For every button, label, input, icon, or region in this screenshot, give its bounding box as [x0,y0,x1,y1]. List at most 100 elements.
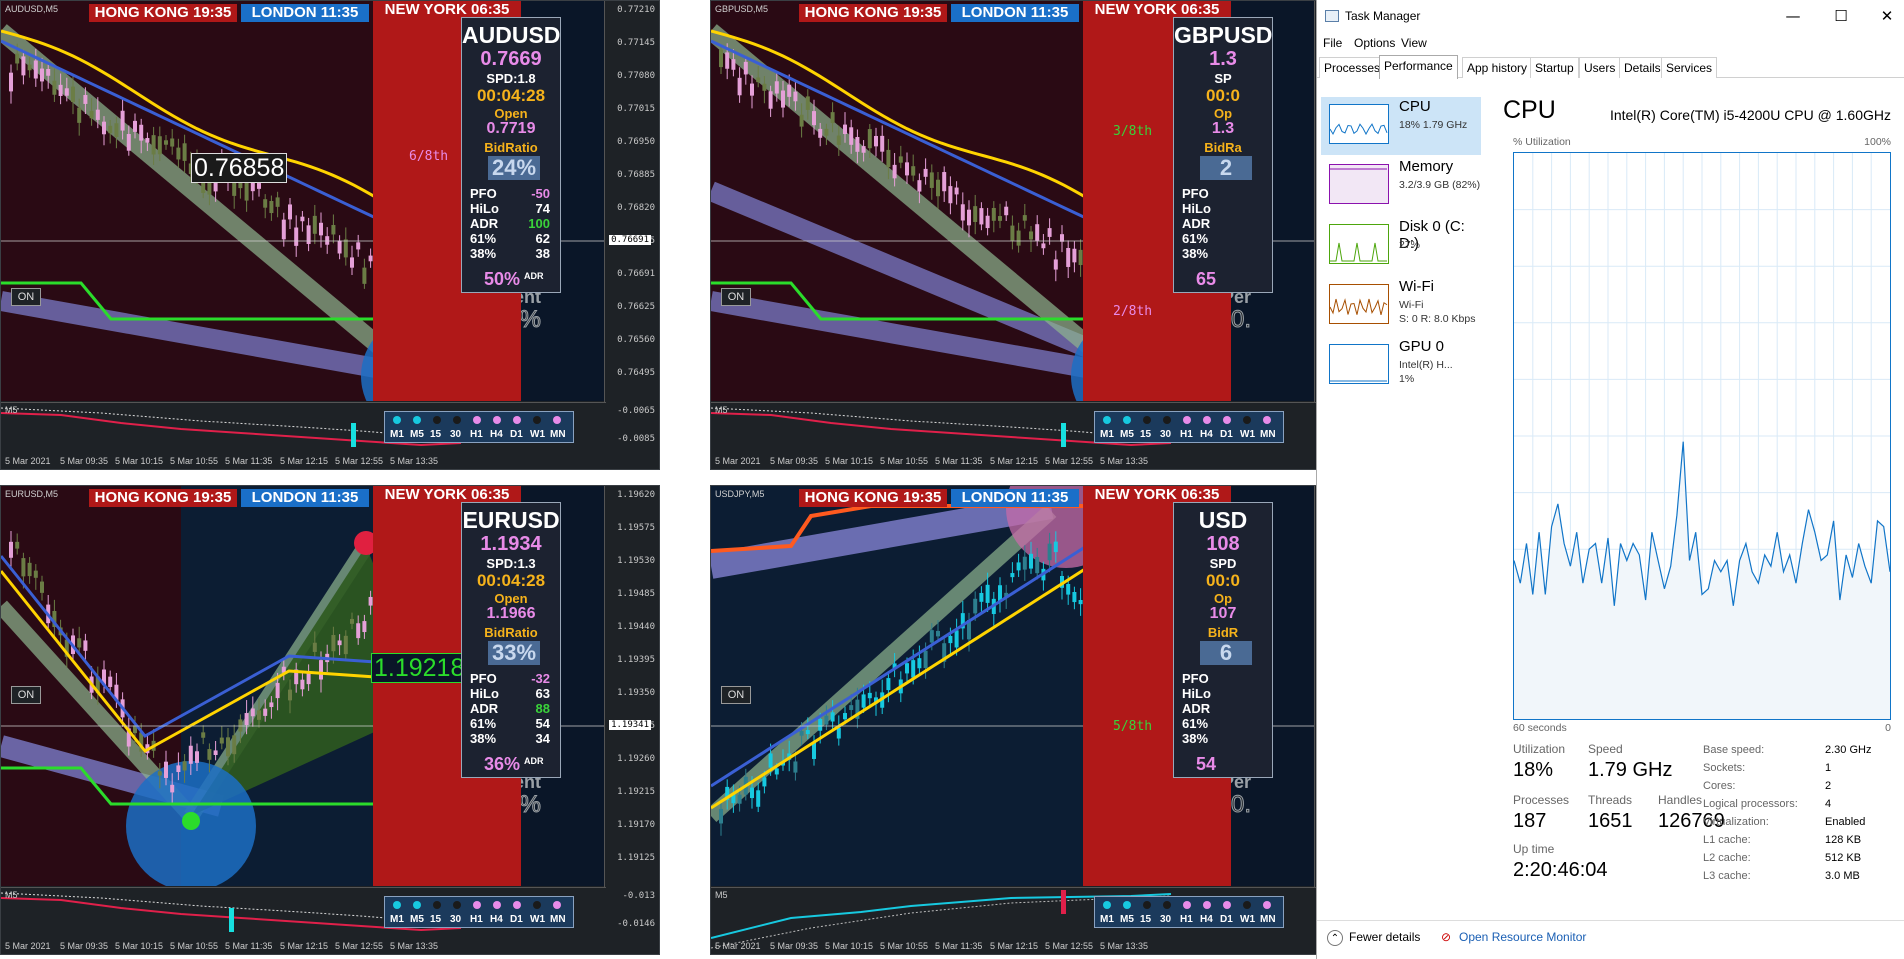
info-stat-key: HiLo [1182,201,1211,216]
title-bar[interactable]: Task Manager — ☐ ✕ [1317,0,1904,34]
timeframe-d1[interactable]: D1 [510,914,523,925]
on-toggle-button[interactable]: ON [11,288,41,306]
info-open-price: 1.1966 [486,605,536,622]
info-stat-value: -50 [531,186,550,201]
sidebar-thumbnail-graph [1329,104,1389,144]
chart-window-usd[interactable]: USDJPY,M5 HONG KONG 19:35 LONDON 11:35 NEW … [710,485,1370,955]
time-axis-label: 5 Mar 12:55 [1045,941,1094,951]
timeframe-mn[interactable]: MN [550,914,566,925]
timeframe-15[interactable]: 15 [1140,429,1151,440]
stat-label: Speed [1588,742,1623,756]
timeframe-h4[interactable]: H4 [1200,914,1213,925]
info-stat-value: 62 [535,231,550,246]
sidebar-item-sub: 3.2/3.9 GB (82%) [1399,179,1481,191]
timeframe-m1[interactable]: M1 [390,429,404,440]
spec-row: L2 cache: 512 KB [1703,852,1873,867]
info-adr-suffix: ADR [524,756,544,766]
timeframe-m5[interactable]: M5 [1120,914,1134,925]
timeframe-m5[interactable]: M5 [1120,429,1134,440]
timeframe-w1[interactable]: W1 [530,429,545,440]
timeframe-h4[interactable]: H4 [1200,429,1213,440]
fewer-details-link[interactable]: Fewer details [1349,930,1420,944]
chart-window-gbpusd[interactable]: GBPUSD,M5 HONG KONG 19:35 LONDON 11:35 NEW … [710,0,1370,470]
time-axis-label: 5 Mar 09:35 [770,941,819,951]
minimize-button[interactable]: — [1781,5,1805,27]
chart-window-eurusd[interactable]: EURUSD,M5 HONG KONG 19:35 LONDON 11:35 NEW … [0,485,660,955]
tab-processes[interactable]: Processes [1319,57,1386,78]
timeframe-mn[interactable]: MN [1260,914,1276,925]
info-stat-row: ADR [1182,701,1266,717]
timeframe-m1[interactable]: M1 [1100,914,1114,925]
utilization-axis-label: % Utilization [1513,136,1571,148]
timeframe-15[interactable]: 15 [430,429,441,440]
timeframe-h4[interactable]: H4 [490,914,503,925]
timeframe-m1[interactable]: M1 [1100,429,1114,440]
timeframe-30[interactable]: 30 [1160,429,1171,440]
timeframe-mn[interactable]: MN [1260,429,1276,440]
timeframe-w1[interactable]: W1 [1240,429,1255,440]
timeframe-d1[interactable]: D1 [1220,914,1233,925]
sidebar-item-cpu[interactable]: CPU 18% 1.79 GHz [1321,97,1481,155]
info-adr-percent: 54 [1196,754,1217,774]
info-stat-key: 38% [470,731,497,746]
timeframe-w1[interactable]: W1 [1240,914,1255,925]
tab-services[interactable]: Services [1661,57,1718,78]
time-span-label: 60 seconds [1513,722,1567,734]
info-stat-value: 88 [535,701,550,716]
task-manager-window[interactable]: Task Manager — ☐ ✕ File Options View Processes P… [1316,0,1904,959]
menu-options[interactable]: Options [1354,36,1395,50]
sidebar-item-sub2: 1% [1399,373,1415,385]
timeframe-h1[interactable]: H1 [470,914,483,925]
timeframe-m5[interactable]: M5 [410,429,424,440]
timeframe-h1[interactable]: H1 [470,429,483,440]
timeframe-30[interactable]: 30 [450,429,461,440]
spec-label: L3 cache: [1703,870,1751,882]
sidebar-item-sub: 27% [1399,239,1421,251]
sidebar-item-wi-fi[interactable]: Wi-Fi Wi-Fi S: 0 R: 8.0 Kbps [1321,277,1481,335]
timeframe-d1[interactable]: D1 [1220,429,1233,440]
info-adr-suffix: ADR [524,271,544,281]
chevron-up-icon[interactable]: ⌃ [1327,930,1343,946]
price-axis-label: 0.76625 [617,302,655,312]
stat-threads: Threads 1651 [1588,793,1633,833]
menu-file[interactable]: File [1323,36,1342,50]
close-button[interactable]: ✕ [1875,5,1899,27]
fraction-level-label: 5/8th [1113,719,1153,734]
timeframe-h1[interactable]: H1 [1180,429,1193,440]
time-axis-label: 5 Mar 09:35 [770,456,819,466]
timeframe-30[interactable]: 30 [450,914,461,925]
time-axis-label: 5 Mar 10:15 [115,456,164,466]
tab-details[interactable]: Details [1619,57,1666,78]
timeframe-h4[interactable]: H4 [490,429,503,440]
tab-performance[interactable]: Performance [1379,55,1458,79]
chart-window-audusd[interactable]: AUDUSD,M5 HONG KONG 19:35 LONDON 11:35 NEW … [0,0,660,470]
sidebar-item-disk[interactable]: Disk 0 (C: D:) 27% [1321,217,1481,275]
tab-users[interactable]: Users [1579,57,1621,78]
sidebar-item-gpu[interactable]: GPU 0 Intel(R) H... 1% [1321,337,1481,395]
on-toggle-button[interactable]: ON [721,686,751,704]
info-spread: SPD:1.8 [486,71,536,86]
tab-startup[interactable]: Startup [1530,57,1579,78]
timeframe-15[interactable]: 15 [430,914,441,925]
info-spread: SP [1214,71,1232,86]
timeframe-d1[interactable]: D1 [510,429,523,440]
timeframe-h1[interactable]: H1 [1180,914,1193,925]
timeframe-15[interactable]: 15 [1140,914,1151,925]
tab-app-history[interactable]: App history [1462,57,1533,78]
timeframe-m1[interactable]: M1 [390,914,404,925]
price-axis-label: 0.76950 [617,137,655,147]
timeframe-w1[interactable]: W1 [530,914,545,925]
on-toggle-button[interactable]: ON [11,686,41,704]
open-resource-monitor-link[interactable]: Open Resource Monitor [1459,930,1586,944]
time-axis-label: 5 Mar 13:35 [390,456,439,466]
timeframe-30[interactable]: 30 [1160,914,1171,925]
timeframe-m5[interactable]: M5 [410,914,424,925]
spec-row: Sockets: 1 [1703,762,1873,777]
spec-value: Enabled [1825,816,1866,828]
on-toggle-button[interactable]: ON [721,288,751,306]
maximize-button[interactable]: ☐ [1829,5,1853,27]
timeframe-dot [1263,416,1271,424]
timeframe-mn[interactable]: MN [550,429,566,440]
sidebar-item-memory[interactable]: Memory 3.2/3.9 GB (82%) [1321,157,1481,215]
menu-view[interactable]: View [1401,36,1427,50]
